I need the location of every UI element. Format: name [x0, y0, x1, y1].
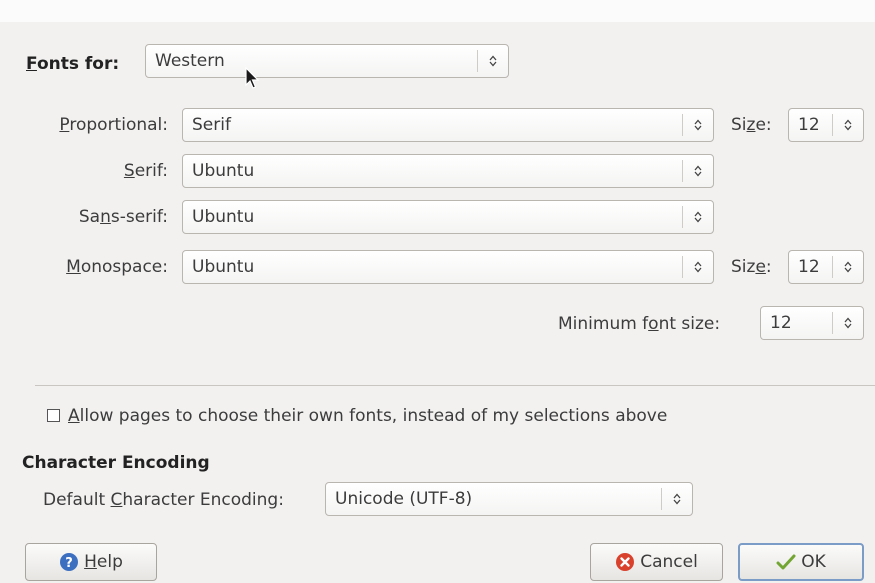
combo-arrows-icon [683, 201, 713, 233]
minimum-font-size-value: 12 [770, 313, 792, 333]
dialog-top-band [0, 0, 875, 22]
help-icon: ? [59, 552, 79, 572]
size-label-2: Size: [731, 257, 772, 277]
cancel-button[interactable]: Cancel [590, 543, 723, 581]
proportional-select[interactable]: Serif [182, 108, 714, 142]
cancel-icon [615, 552, 635, 572]
proportional-label: Proportional: [59, 115, 168, 135]
help-label: Help [84, 552, 123, 572]
sans-serif-label: Sans-serif: [78, 207, 168, 227]
sans-serif-value: Ubuntu [192, 207, 255, 227]
combo-arrows-icon [683, 155, 713, 187]
monospace-value: Ubuntu [192, 257, 255, 277]
fonts-for-label: Fonts for: [26, 54, 120, 74]
combo-arrows-icon [683, 251, 713, 283]
fonts-for-value: Western [155, 51, 225, 71]
checkmark-icon [776, 552, 796, 572]
combo-arrows-icon [478, 45, 508, 77]
minimum-font-size-label: Minimum font size: [558, 314, 721, 334]
allow-fonts-label[interactable]: Allow pages to choose their own fonts, i… [68, 405, 667, 427]
default-encoding-value: Unicode (UTF-8) [335, 489, 473, 509]
serif-value: Ubuntu [192, 161, 255, 181]
spin-arrows-icon[interactable] [833, 109, 863, 141]
fonts-for-select[interactable]: Western [145, 44, 509, 78]
monospace-select[interactable]: Ubuntu [182, 250, 714, 284]
ok-button[interactable]: OK [738, 543, 864, 581]
default-encoding-select[interactable]: Unicode (UTF-8) [325, 482, 693, 516]
combo-arrows-icon [833, 307, 863, 339]
serif-label: Serif: [123, 161, 168, 181]
monospace-size-spinner[interactable]: 12 [788, 250, 864, 284]
help-button[interactable]: ? Help [25, 543, 157, 581]
size-label-1: Size: [731, 115, 772, 135]
proportional-size-spinner[interactable]: 12 [788, 108, 864, 142]
monospace-size-value: 12 [798, 257, 820, 277]
character-encoding-heading: Character Encoding [22, 453, 210, 473]
minimum-font-size-select[interactable]: 12 [760, 306, 864, 340]
mouse-cursor-icon [245, 67, 260, 89]
section-divider [35, 385, 875, 386]
monospace-label: Monospace: [66, 257, 168, 277]
spin-arrows-icon[interactable] [833, 251, 863, 283]
default-encoding-label: Default Character Encoding: [43, 490, 284, 510]
combo-arrows-icon [662, 483, 692, 515]
cancel-label: Cancel [640, 552, 698, 572]
ok-label: OK [801, 552, 826, 572]
allow-fonts-checkbox[interactable] [47, 409, 60, 422]
svg-text:?: ? [65, 556, 73, 571]
proportional-value: Serif [192, 115, 231, 135]
serif-select[interactable]: Ubuntu [182, 154, 714, 188]
sans-serif-select[interactable]: Ubuntu [182, 200, 714, 234]
proportional-size-value: 12 [798, 115, 820, 135]
combo-arrows-icon [683, 109, 713, 141]
